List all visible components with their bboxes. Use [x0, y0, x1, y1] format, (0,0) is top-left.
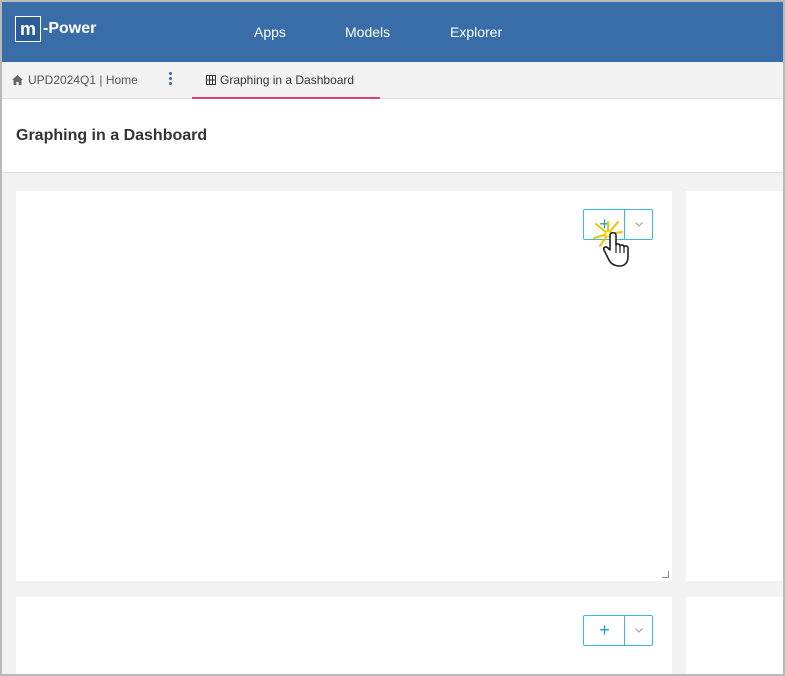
- add-widget-split-button-2: +: [583, 615, 653, 646]
- nav-apps[interactable]: Apps: [254, 24, 286, 40]
- tab-home[interactable]: UPD2024Q1 | Home: [12, 73, 138, 87]
- chevron-down-icon: [634, 628, 643, 633]
- add-widget-split-button: +: [583, 209, 653, 240]
- kebab-menu-icon[interactable]: [166, 72, 174, 86]
- app-window: m -Power Apps Models Explorer UPD2024Q1 …: [0, 0, 785, 676]
- page-title: Graphing in a Dashboard: [16, 127, 208, 144]
- plus-icon: +: [599, 214, 610, 234]
- logo-mark: m: [15, 16, 41, 42]
- mpower-logo[interactable]: m -Power: [15, 16, 96, 42]
- add-widget-button-2[interactable]: +: [584, 616, 625, 645]
- tab-active-label: Graphing in a Dashboard: [220, 73, 355, 87]
- tab-strip: UPD2024Q1 | Home Graphing in a Dashboard: [2, 62, 783, 99]
- dashboard-grid-icon: [206, 75, 216, 85]
- logo-text: -Power: [43, 20, 97, 37]
- dashboard-panel-2: [686, 191, 783, 581]
- home-icon: [12, 75, 23, 85]
- dashboard-panel-3: +: [16, 597, 672, 674]
- add-widget-dropdown[interactable]: [625, 210, 652, 239]
- page-title-bar: Graphing in a Dashboard: [2, 99, 783, 173]
- dashboard-panel-4: [686, 597, 783, 674]
- panel-resize-handle[interactable]: [662, 571, 669, 578]
- nav-models[interactable]: Models: [345, 24, 390, 40]
- add-widget-button[interactable]: +: [584, 210, 625, 239]
- chevron-down-icon: [634, 222, 643, 227]
- add-widget-dropdown-2[interactable]: [625, 616, 652, 645]
- dashboard-panel-1: +: [16, 191, 672, 581]
- tab-graphing-dashboard[interactable]: Graphing in a Dashboard: [192, 62, 380, 99]
- tab-home-label: UPD2024Q1 | Home: [28, 73, 138, 87]
- nav-explorer[interactable]: Explorer: [450, 24, 502, 40]
- top-header: m -Power Apps Models Explorer: [2, 2, 783, 62]
- plus-icon: +: [599, 620, 610, 640]
